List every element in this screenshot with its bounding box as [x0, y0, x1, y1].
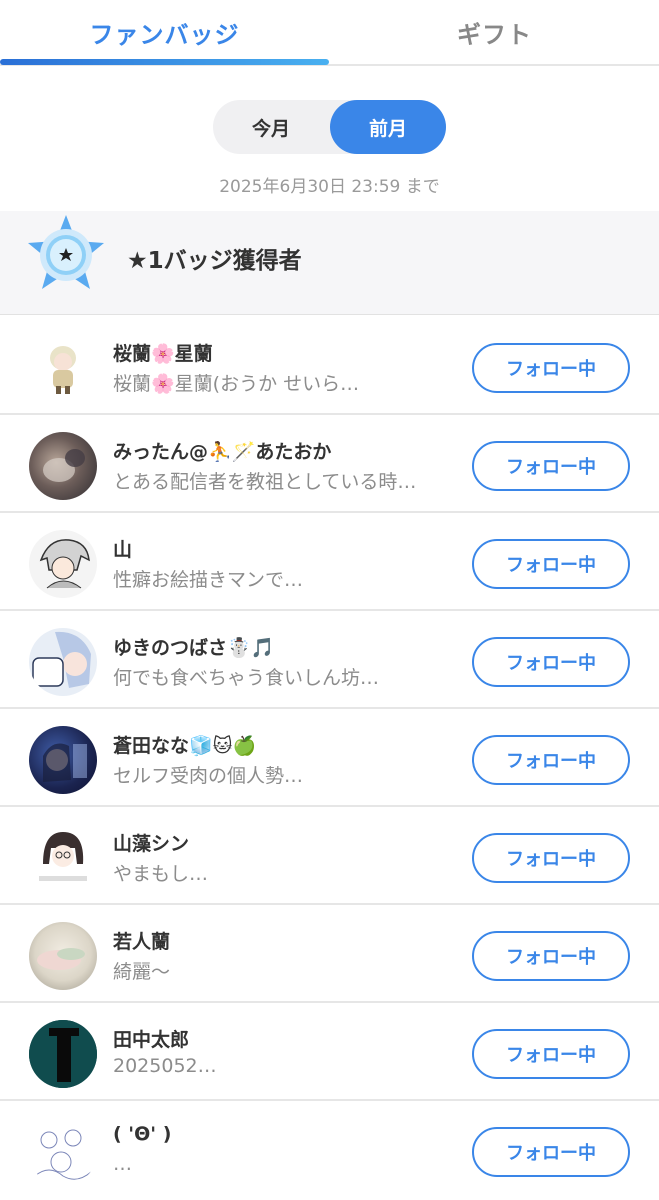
user-row[interactable]: 蒼田なな🧊🐱🍏 セルフ受肉の個人勢… フォロー中	[0, 709, 659, 807]
user-name: 山藻シン	[113, 833, 190, 855]
user-avatar[interactable]	[29, 1020, 97, 1088]
user-avatar[interactable]	[29, 1118, 97, 1186]
user-name: 山	[113, 539, 133, 561]
following-button[interactable]: フォロー中	[472, 931, 630, 981]
user-avatar[interactable]	[29, 432, 97, 500]
user-row[interactable]: 山藻シン やまもし… フォロー中	[0, 807, 659, 905]
user-avatar[interactable]	[29, 726, 97, 794]
user-description: 2025052…	[113, 1055, 217, 1077]
user-row[interactable]: 桜蘭🌸星蘭 桜蘭🌸星蘭(おうか せいら… フォロー中	[0, 317, 659, 415]
active-tab-indicator	[0, 59, 329, 65]
user-name: 蒼田なな🧊🐱🍏	[113, 735, 257, 757]
user-description: 性癖お絵描きマンで…	[113, 569, 304, 591]
star-badge-icon	[28, 215, 104, 289]
this-month-button[interactable]: 今月	[213, 100, 329, 154]
tab-bar: ファンバッジ ギフト	[0, 0, 659, 66]
user-description: とある配信者を教祖としている時…	[113, 471, 417, 493]
user-row[interactable]: 田中太郎 2025052… フォロー中	[0, 1003, 659, 1101]
following-button[interactable]: フォロー中	[472, 1029, 630, 1079]
user-row[interactable]: ( 'Θ' ) … フォロー中	[0, 1101, 659, 1200]
user-row[interactable]: 山 性癖お絵描きマンで… フォロー中	[0, 513, 659, 611]
last-month-button[interactable]: 前月	[330, 100, 446, 154]
user-avatar[interactable]	[29, 334, 97, 402]
user-row[interactable]: ゆきのつばさ☃️🎵 何でも食べちゃう食いしん坊… フォロー中	[0, 611, 659, 709]
following-button[interactable]: フォロー中	[472, 343, 630, 393]
following-button[interactable]: フォロー中	[472, 735, 630, 785]
following-button[interactable]: フォロー中	[472, 441, 630, 491]
user-description: 綺麗〜	[113, 961, 171, 983]
user-avatar[interactable]	[29, 922, 97, 990]
tab-fan-badge[interactable]: ファンバッジ	[0, 0, 329, 64]
user-name: 田中太郎	[113, 1029, 190, 1051]
user-avatar[interactable]	[29, 530, 97, 598]
month-segmented-control: 今月 前月	[213, 100, 446, 154]
following-button[interactable]: フォロー中	[472, 1127, 630, 1177]
following-button[interactable]: フォロー中	[472, 833, 630, 883]
user-description: 桜蘭🌸星蘭(おうか せいら…	[113, 373, 360, 395]
user-name: 桜蘭🌸星蘭	[113, 343, 213, 365]
user-description: …	[113, 1153, 132, 1175]
user-row[interactable]: みったん@⛹️🪄あたおか とある配信者を教祖としている時… フォロー中	[0, 415, 659, 513]
tab-gift[interactable]: ギフト	[330, 0, 659, 64]
user-avatar[interactable]	[29, 824, 97, 892]
user-description: 何でも食べちゃう食いしん坊…	[113, 667, 380, 689]
user-description: やまもし…	[113, 863, 209, 885]
user-name: ゆきのつばさ☃️🎵	[113, 637, 275, 659]
user-name: 若人蘭	[113, 931, 171, 953]
user-name: ( 'Θ' )	[113, 1123, 172, 1145]
period-text: 2025年6月30日 23:59 まで	[219, 177, 440, 197]
following-button[interactable]: フォロー中	[472, 539, 630, 589]
user-name: みったん@⛹️🪄あたおか	[113, 441, 332, 463]
rank-header: ★1バッジ獲得者	[0, 211, 659, 315]
user-avatar[interactable]	[29, 628, 97, 696]
following-button[interactable]: フォロー中	[472, 637, 630, 687]
rank-title: ★1バッジ獲得者	[127, 248, 302, 274]
user-description: セルフ受肉の個人勢…	[113, 765, 304, 787]
user-row[interactable]: 若人蘭 綺麗〜 フォロー中	[0, 905, 659, 1003]
